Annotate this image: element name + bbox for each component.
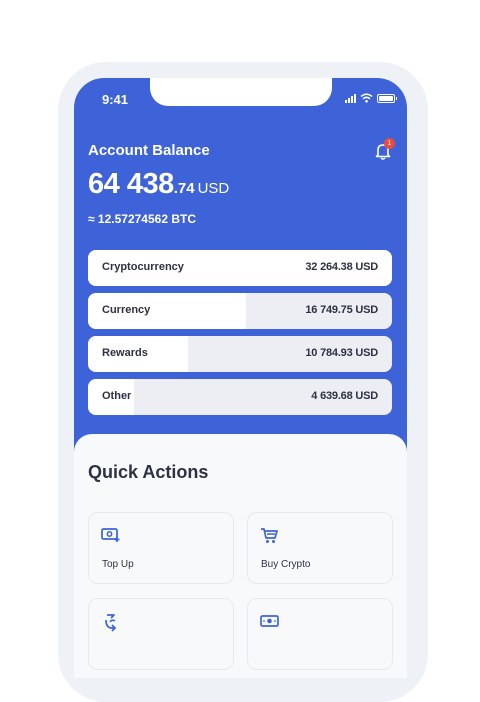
balance-main: 64 438 — [88, 168, 174, 200]
allocation-label: Cryptocurrency — [102, 261, 184, 273]
cash-button[interactable] — [247, 598, 393, 670]
buy-crypto-label: Buy Crypto — [261, 559, 311, 570]
app-screen: 9:41 Account Balance 1 64 438.74 USD ≈ 12… — [74, 78, 407, 678]
top-up-label: Top Up — [102, 559, 134, 570]
balance-currency: USD — [197, 180, 230, 197]
status-icons — [345, 93, 397, 103]
allocation-list: Cryptocurrency 32 264.38 USD Currency 16… — [88, 250, 392, 422]
allocation-row[interactable]: Rewards 10 784.93 USD — [88, 336, 392, 372]
quick-actions-title: Quick Actions — [88, 462, 209, 482]
allocation-value: 32 264.38 USD — [305, 261, 378, 273]
buy-crypto-button[interactable]: Buy Crypto — [247, 512, 393, 584]
allocation-row[interactable]: Currency 16 749.75 USD — [88, 293, 392, 329]
allocation-row[interactable]: Cryptocurrency 32 264.38 USD — [88, 250, 392, 286]
cellular-signal-icon — [345, 93, 356, 103]
allocation-value: 4 639.68 USD — [311, 390, 378, 402]
money-plus-icon — [101, 528, 120, 542]
battery-icon — [377, 93, 397, 103]
allocation-label: Rewards — [102, 347, 148, 359]
cart-icon — [261, 528, 278, 543]
status-time: 9:41 — [102, 92, 129, 107]
transfer-icon — [105, 614, 117, 632]
allocation-value: 16 749.75 USD — [305, 304, 378, 316]
cash-icon — [260, 615, 279, 627]
balance-btc: ≈ 12.57274562 BTC — [88, 212, 196, 226]
top-up-button[interactable]: Top Up — [88, 512, 234, 584]
allocation-value: 10 784.93 USD — [305, 347, 378, 359]
quick-actions-sheet: Quick Actions Top Up Buy Crypto — [74, 434, 407, 678]
allocation-label: Other — [102, 390, 132, 402]
allocation-row[interactable]: Other 4 639.68 USD — [88, 379, 392, 415]
balance-cents: .74 — [173, 180, 195, 197]
phone-notch — [150, 78, 332, 106]
wifi-icon — [360, 93, 373, 103]
balance-title: Account Balance — [88, 142, 210, 159]
transfer-button[interactable] — [88, 598, 234, 670]
balance-amount: 64 438.74 USD — [88, 168, 229, 201]
notification-badge: 1 — [384, 138, 395, 149]
allocation-label: Currency — [102, 304, 151, 316]
